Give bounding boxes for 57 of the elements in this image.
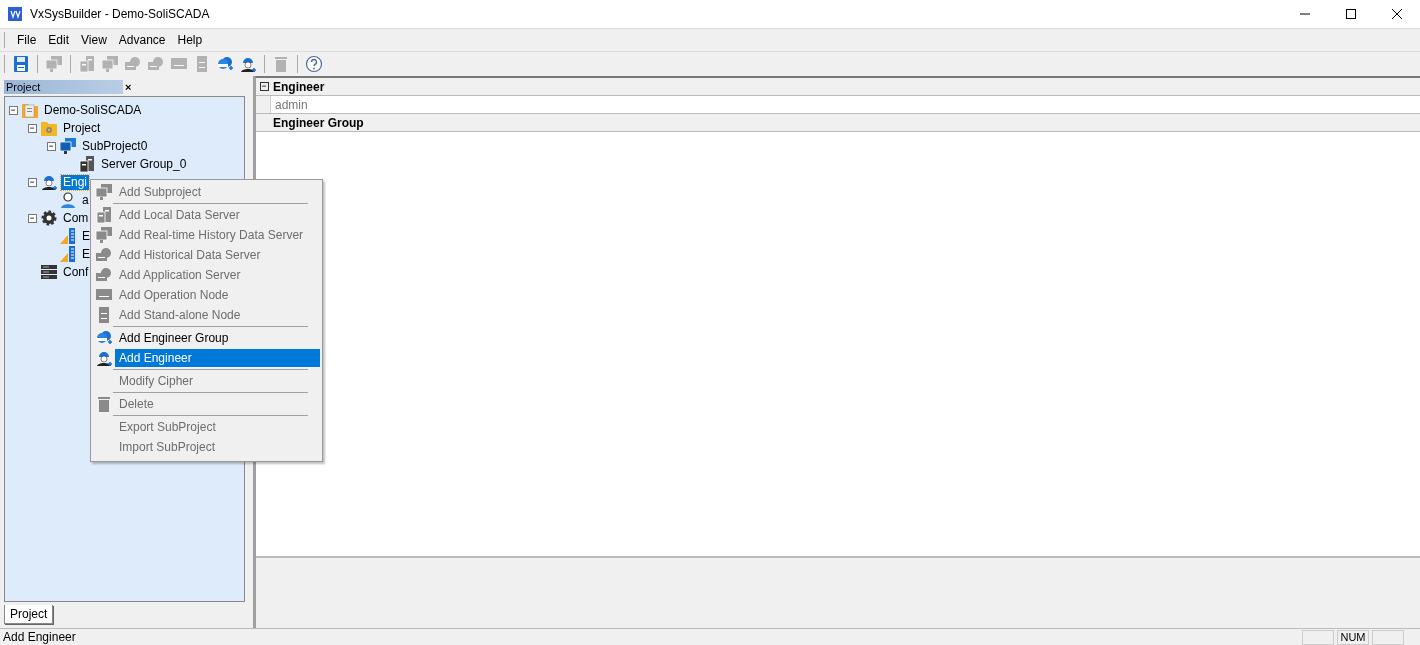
group-header: Engineer Group	[273, 115, 364, 130]
status-panel	[1372, 629, 1404, 645]
trash-icon	[95, 395, 113, 413]
person-icon	[59, 191, 77, 209]
tree-item[interactable]: Project	[61, 120, 103, 136]
maximize-icon[interactable]	[1346, 9, 1356, 19]
status-text: Add Engineer	[3, 630, 77, 644]
collapse-toggle-icon[interactable]	[28, 177, 37, 187]
monitors-icon	[59, 137, 77, 155]
tree-item[interactable]: Engi	[61, 174, 90, 190]
monitors-icon	[95, 226, 113, 244]
status-panel	[1302, 629, 1334, 645]
group-header: Engineer	[273, 79, 325, 94]
gear-icon	[40, 209, 58, 227]
menu-item[interactable]: Add Engineer	[115, 349, 320, 367]
rack-icon	[40, 263, 58, 281]
tree-item[interactable]: a	[80, 192, 91, 208]
collapse-toggle-icon[interactable]	[260, 82, 269, 91]
collapse-toggle-icon[interactable]	[28, 123, 37, 133]
panel-title: Project	[5, 81, 42, 93]
panel-tab[interactable]: Project	[4, 605, 54, 624]
menu-item[interactable]: View	[75, 33, 113, 47]
tree-item[interactable]: Conf	[61, 264, 91, 280]
tree-item[interactable]: Server Group_0	[99, 156, 189, 172]
folder-gear-icon	[40, 119, 58, 137]
window-title: VxSysBuilder - Demo-SoliSCADA	[30, 7, 211, 21]
menu-item[interactable]: File	[11, 33, 43, 47]
help-icon[interactable]	[305, 55, 323, 73]
close-icon[interactable]	[1392, 9, 1402, 19]
tree-item[interactable]: E	[80, 228, 92, 244]
engineer-add-icon[interactable]	[239, 55, 257, 73]
cloud-monitor-icon	[95, 266, 113, 284]
menu-item[interactable]: Advance	[112, 33, 172, 47]
engineer-add-icon	[40, 173, 58, 191]
user-group-icon	[95, 329, 113, 347]
close-button[interactable]: ×	[123, 80, 245, 94]
tree-item[interactable]: E	[80, 246, 92, 262]
tree-item[interactable]: Com	[61, 210, 91, 226]
user-group-icon[interactable]	[216, 55, 234, 73]
tree-item[interactable]: Demo-SoliSCADA	[42, 102, 144, 118]
tree-item[interactable]: SubProject0	[80, 138, 150, 154]
collapse-toggle-icon[interactable]	[9, 105, 18, 115]
engineer-add-icon	[95, 349, 113, 367]
ruler-icon	[59, 227, 77, 245]
collapse-toggle-icon[interactable]	[28, 213, 37, 223]
server-icon	[78, 155, 96, 173]
menu-item[interactable]: Edit	[42, 33, 76, 47]
project-folder-icon	[21, 101, 39, 119]
server-icon	[95, 206, 113, 224]
monitors-icon	[95, 183, 113, 201]
key-indicator: NUM	[1337, 629, 1369, 645]
cloud-monitor-icon	[95, 246, 113, 264]
menu-item[interactable]: Add Engineer Group	[115, 329, 320, 347]
menu-item[interactable]: Help	[171, 33, 209, 47]
collapse-toggle-icon[interactable]	[47, 141, 56, 151]
property-value: admin	[270, 96, 1420, 113]
ruler-icon	[59, 245, 77, 263]
